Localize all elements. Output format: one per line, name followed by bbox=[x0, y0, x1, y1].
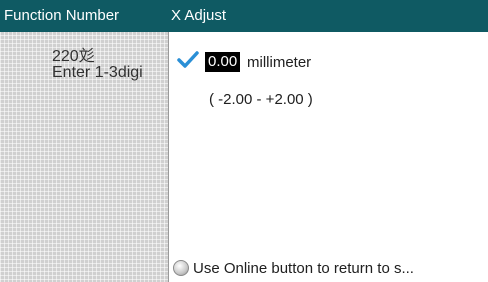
range-label: ( -2.00 - +2.00 ) bbox=[209, 91, 313, 108]
adjust-value-input[interactable]: 0.00 bbox=[205, 52, 241, 72]
check-icon bbox=[177, 51, 199, 68]
hint-text: Use Online button to return to s... bbox=[193, 260, 414, 277]
unit-label: millimeter bbox=[247, 54, 312, 71]
status-hint: Use Online button to return to s... bbox=[169, 256, 488, 282]
function-number-header: Function Number bbox=[0, 0, 172, 32]
adjust-panel: 0.00 millimeter ( -2.00 - +2.00 ) Use On… bbox=[169, 32, 488, 282]
adjust-panel-title: X Adjust bbox=[169, 0, 488, 32]
function-number-panel: Function Number 220彣 Enter 1-3digi bbox=[0, 0, 172, 282]
info-circle-icon bbox=[173, 260, 189, 276]
